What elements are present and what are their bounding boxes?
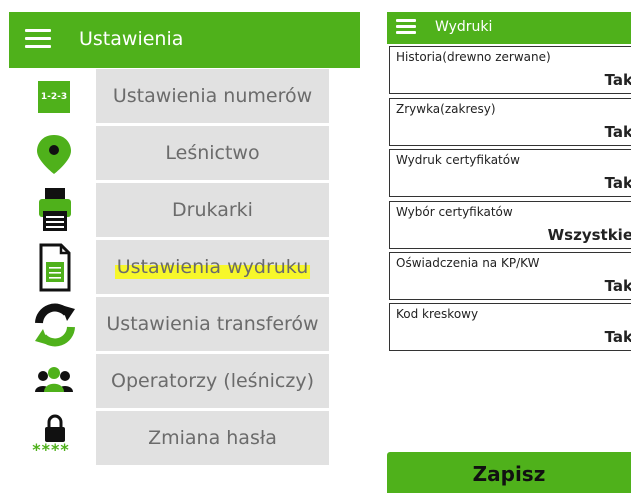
save-button-label: Zapisz [472,462,546,486]
field-value: Wszystkie [547,226,631,244]
printer-icon [9,183,93,237]
settings-item-label[interactable]: Ustawienia wydruku [96,240,329,294]
printouts-screen: Wydruki Historia(drewno zerwane) Tak Zry… [387,12,631,493]
settings-item-operators[interactable]: Operatorzy (leśniczy) [9,354,360,408]
setting-field-skidding[interactable]: Zrywka(zakresy) Tak [389,98,631,146]
field-label: Wydruk certyfikatów [396,153,520,167]
field-value: Tak [604,123,631,141]
settings-item-label[interactable]: Drukarki [96,183,329,237]
setting-field-declarations[interactable]: Oświadczenia na KP/KW Tak [389,252,631,300]
field-label: Oświadczenia na KP/KW [396,256,540,270]
settings-item-print-settings[interactable]: Ustawienia wydruku [9,240,360,294]
settings-item-label[interactable]: Zmiana hasła [96,411,329,465]
setting-field-barcode[interactable]: Kod kreskowy Tak [389,303,631,351]
sync-arrows-icon [9,297,93,351]
field-label: Wybór certyfikatów [396,205,513,219]
settings-screen: Ustawienia 1-2-3 Ustawienia numerów Leśn… [9,12,360,481]
page-title: Ustawienia [79,28,184,50]
field-value: Tak [604,71,631,89]
settings-item-password[interactable]: **** Zmiana hasła [9,411,360,465]
page-title: Wydruki [435,19,493,35]
hamburger-menu-icon[interactable] [396,19,416,35]
numbers-123-icon: 1-2-3 [9,69,93,123]
settings-item-numbers[interactable]: 1-2-3 Ustawienia numerów [9,69,360,123]
settings-item-label[interactable]: Ustawienia transferów [96,297,329,351]
hamburger-menu-icon[interactable] [25,29,51,49]
app-bar: Ustawienia [9,12,360,68]
setting-field-history[interactable]: Historia(drewno zerwane) Tak [389,46,631,94]
save-button[interactable]: Zapisz [387,452,631,493]
field-value: Tak [604,277,631,295]
settings-item-label[interactable]: Leśnictwo [96,126,329,180]
people-icon [9,354,93,408]
field-label: Historia(drewno zerwane) [396,50,551,64]
document-icon [9,240,93,294]
settings-item-label[interactable]: Ustawienia numerów [96,69,329,123]
field-value: Tak [604,328,631,346]
lock-password-icon: **** [9,411,93,465]
settings-item-label[interactable]: Operatorzy (leśniczy) [96,354,329,408]
map-pin-icon [9,126,93,180]
settings-item-printers[interactable]: Drukarki [9,183,360,237]
print-settings-label: Ustawienia wydruku [116,256,309,278]
setting-field-certificate-choice[interactable]: Wybór certyfikatów Wszystkie [389,201,631,249]
settings-item-transfers[interactable]: Ustawienia transferów [9,297,360,351]
field-label: Kod kreskowy [396,307,479,321]
app-bar: Wydruki [387,12,631,44]
settings-item-forestry[interactable]: Leśnictwo [9,126,360,180]
setting-field-certificate-print[interactable]: Wydruk certyfikatów Tak [389,149,631,197]
field-value: Tak [604,174,631,192]
field-label: Zrywka(zakresy) [396,102,496,116]
